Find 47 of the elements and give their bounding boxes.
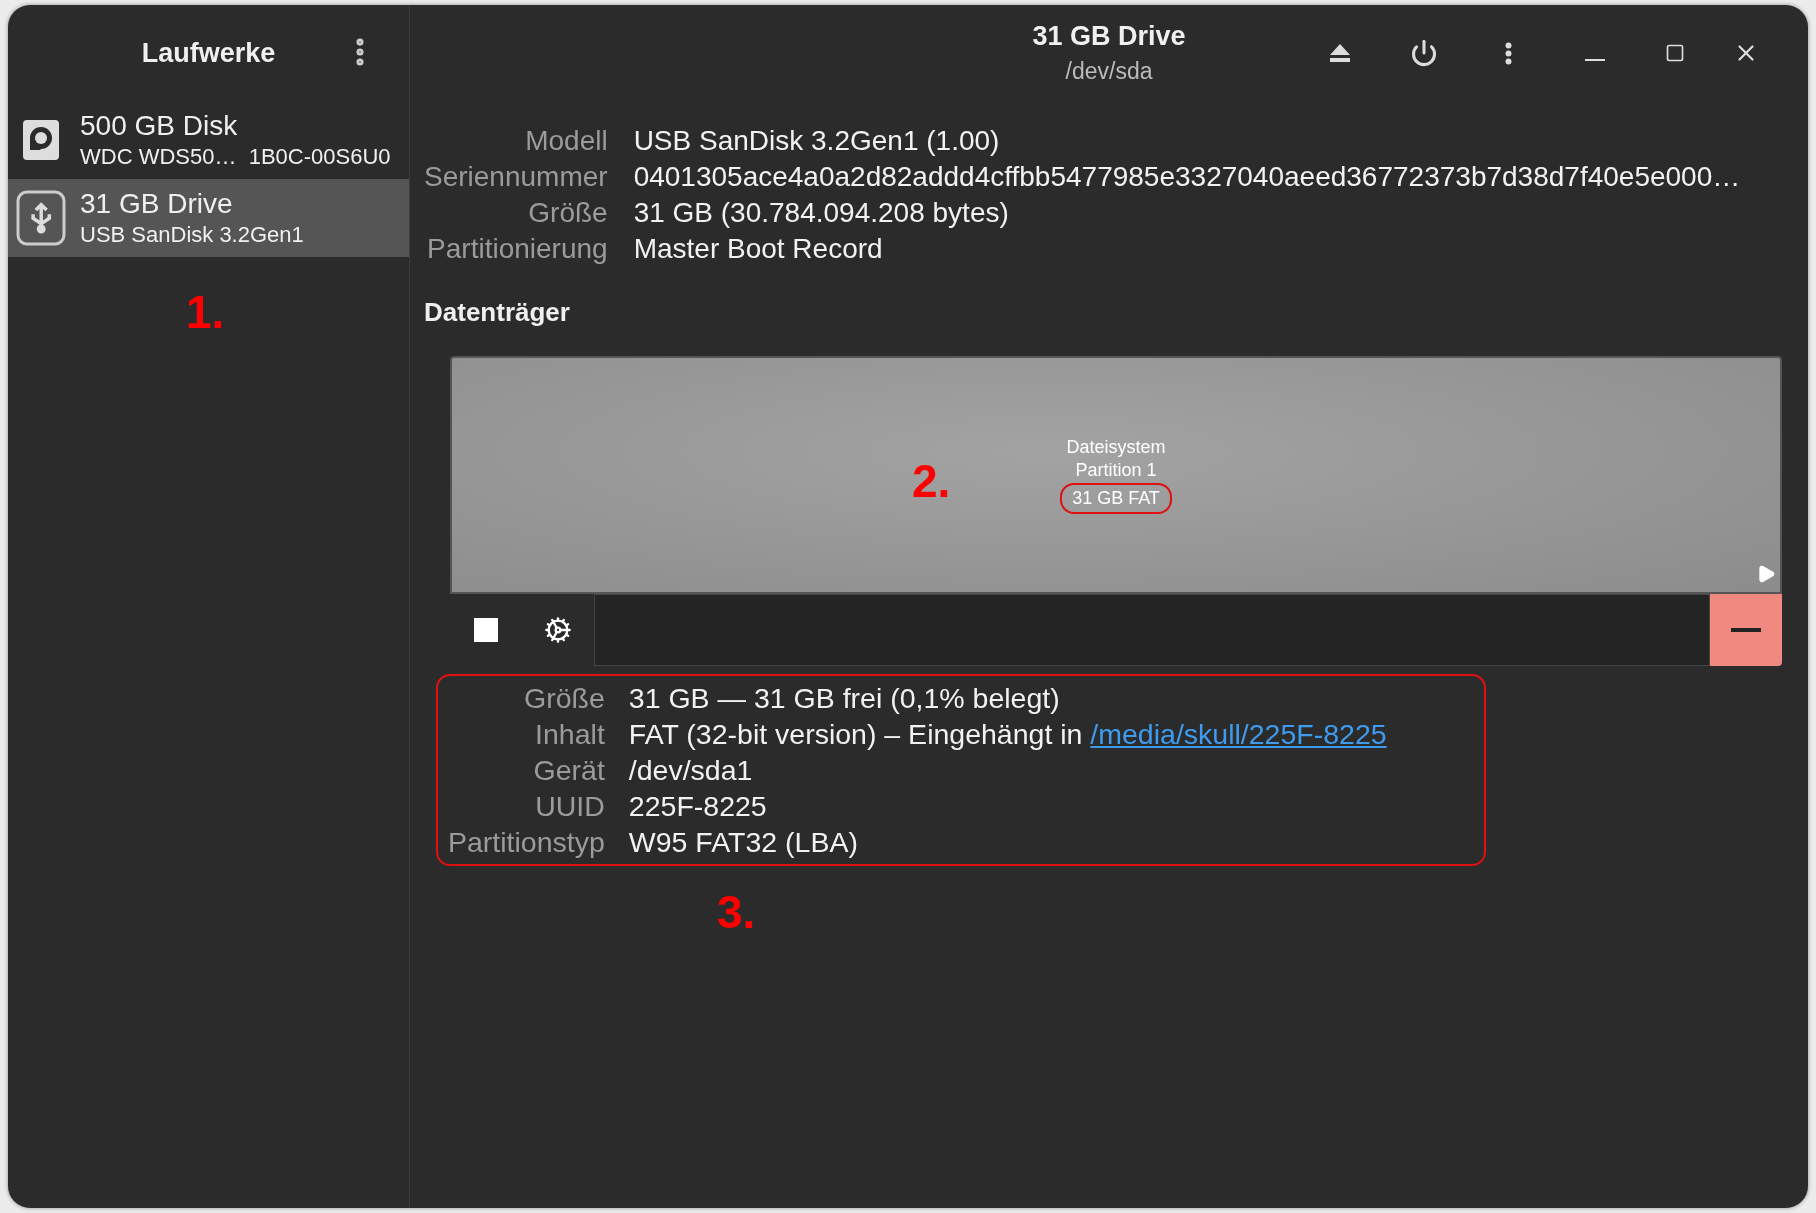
drive-model: WDC WDS50… 1B0C-00S6U0 — [80, 144, 391, 170]
detail-label: Seriennummer — [424, 161, 608, 193]
drive-model: USB SanDisk 3.2Gen1 — [80, 222, 304, 248]
menu-icon — [1504, 41, 1512, 65]
drive-item[interactable]: 31 GB Drive USB SanDisk 3.2Gen1 — [8, 179, 409, 257]
annotation-number: 3. — [717, 885, 756, 939]
eject-icon — [1328, 42, 1352, 64]
device-path: /dev/sda — [1065, 58, 1153, 85]
power-icon — [1410, 39, 1438, 67]
detail-value: USB SanDisk 3.2Gen1 (1.00) — [633, 125, 1001, 157]
delete-button[interactable] — [1710, 594, 1782, 666]
detail-label: Größe — [527, 197, 608, 229]
volume-value: FAT (32-bit version) – Eingehängt in /media/skull/225F-8225 — [628, 718, 1388, 750]
section-heading: Datenträger — [424, 297, 571, 328]
volume-label: Gerät — [532, 754, 605, 786]
mount-link[interactable]: /media/skull/225F-8225 — [1090, 718, 1387, 750]
detail-label: Modell — [524, 125, 608, 157]
volume-value: /dev/sda1 — [628, 754, 754, 786]
drive-name: 31 GB Drive — [80, 188, 234, 220]
sidebar-title: Laufwerke — [141, 37, 276, 69]
volume-label: Partitionstyp — [448, 826, 605, 858]
annotation-number: 2. — [912, 454, 951, 508]
volume-label: Inhalt — [534, 718, 605, 750]
play-icon — [1756, 564, 1776, 584]
partition-label: Partition 1 — [1075, 459, 1157, 481]
volume-label: Größe — [523, 682, 605, 714]
window-title: 31 GB Drive — [1032, 21, 1186, 52]
volume-value: 31 GB — 31 GB frei (0,1% belegt) — [628, 682, 1061, 714]
drive-item[interactable]: 500 GB Disk WDC WDS50… 1B0C-00S6U0 — [8, 101, 409, 179]
detail-value: 0401305ace4a0a2d82addd4cffbb5477985e3327040aeed36772373b7d38d7f40e5e000… — [633, 161, 1742, 193]
maximize-icon — [1665, 43, 1685, 63]
volume-value: 225F-8225 — [628, 790, 768, 822]
annotation-number: 1. — [186, 285, 225, 339]
partition-size: 31 GB FAT — [1060, 482, 1172, 514]
usb-icon — [16, 190, 66, 246]
volume-label: UUID — [534, 790, 605, 822]
detail-value: Master Boot Record — [633, 233, 884, 265]
partition-label: Dateisystem — [1066, 436, 1166, 458]
detail-value: 31 GB (30.784.094.208 bytes) — [633, 197, 1010, 229]
minus-icon — [1731, 628, 1761, 632]
play-button[interactable] — [1756, 564, 1776, 584]
minimize-icon — [1585, 59, 1605, 61]
gear-icon — [544, 616, 572, 644]
stop-icon — [474, 618, 498, 642]
drive-name: 500 GB Disk — [80, 110, 239, 142]
volume-value: W95 FAT32 (LBA) — [628, 826, 859, 858]
detail-label: Partitionierung — [426, 233, 608, 265]
